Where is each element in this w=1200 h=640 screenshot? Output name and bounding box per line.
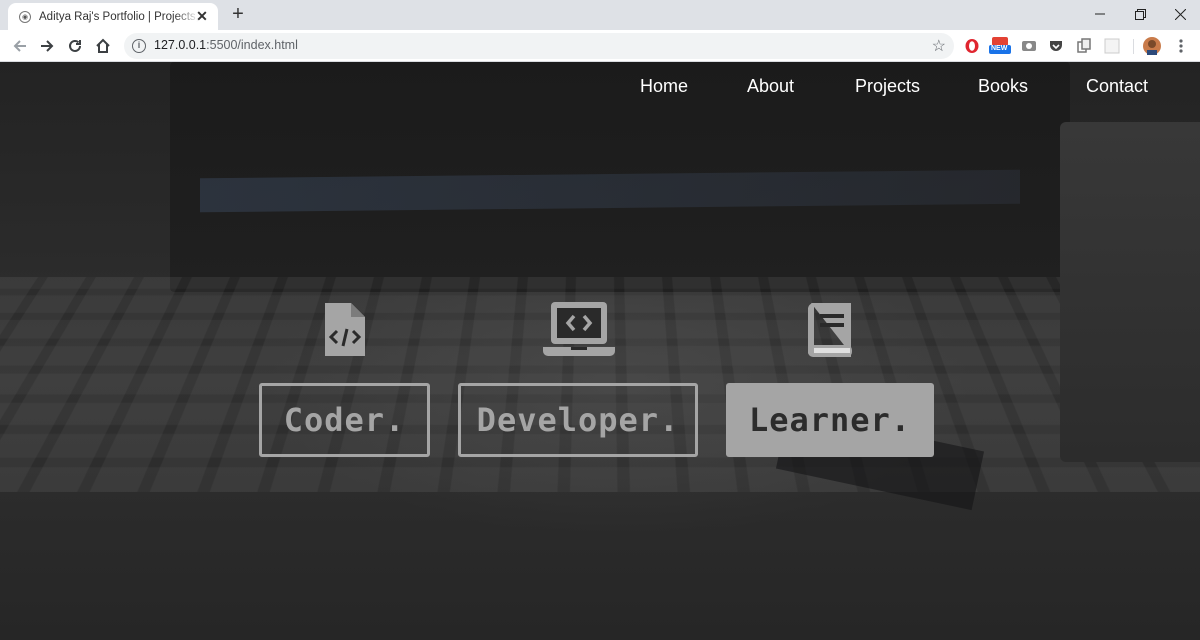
restore-icon[interactable]: [1120, 0, 1160, 28]
developer-button[interactable]: Developer.: [458, 383, 698, 457]
copy-icon[interactable]: [1075, 37, 1093, 55]
coder-button[interactable]: Coder.: [259, 383, 430, 457]
minimize-icon[interactable]: [1080, 0, 1120, 28]
file-code-icon: [322, 300, 368, 358]
book-icon: [805, 300, 857, 358]
browser-tabbar: ◉ Aditya Raj's Portfolio | Projects, B ✕…: [0, 0, 1200, 30]
home-icon[interactable]: [91, 34, 115, 58]
toolbar-divider: [1133, 39, 1134, 54]
laptop-code-icon: [543, 300, 615, 358]
vpn-icon[interactable]: [1020, 37, 1038, 55]
info-icon[interactable]: i: [132, 39, 146, 53]
browser-tab[interactable]: ◉ Aditya Raj's Portfolio | Projects, B ✕: [8, 3, 218, 30]
url-host: 127.0.0.1: [154, 38, 207, 52]
new-tab-icon[interactable]: +: [228, 4, 248, 24]
forward-arrow-icon[interactable]: [35, 34, 59, 58]
tab-title: Aditya Raj's Portfolio | Projects, B: [39, 10, 199, 23]
portfolio-page: Home About Projects Books Contact Coder.…: [0, 62, 1200, 640]
learner-button[interactable]: Learner.: [726, 383, 934, 457]
url-path: :5500/index.html: [206, 38, 298, 52]
nav-projects[interactable]: Projects: [855, 76, 920, 97]
blank-extension-icon[interactable]: [1103, 37, 1121, 55]
nav-about[interactable]: About: [747, 76, 794, 97]
nav-home[interactable]: Home: [640, 76, 688, 97]
pocket-icon[interactable]: [1047, 37, 1065, 55]
close-tab-icon[interactable]: ✕: [194, 8, 210, 24]
opera-icon[interactable]: [963, 37, 981, 55]
browser-toolbar: i 127.0.0.1:5500/index.html ☆ NEW: [0, 30, 1200, 62]
back-arrow-icon[interactable]: [8, 34, 32, 58]
nav-books[interactable]: Books: [978, 76, 1028, 97]
reload-icon[interactable]: [63, 34, 87, 58]
address-bar[interactable]: i 127.0.0.1:5500/index.html ☆: [124, 33, 954, 59]
globe-icon: ◉: [19, 10, 31, 23]
mail-new-icon[interactable]: NEW: [989, 37, 1011, 55]
close-window-icon[interactable]: [1160, 0, 1200, 28]
profile-avatar-icon[interactable]: [1143, 37, 1161, 55]
url-text[interactable]: 127.0.0.1:5500/index.html: [154, 38, 298, 52]
bookmark-star-icon[interactable]: ☆: [932, 36, 946, 56]
background-device: [1060, 122, 1200, 462]
new-badge: NEW: [991, 45, 1008, 52]
nav-contact[interactable]: Contact: [1086, 76, 1148, 97]
kebab-menu-icon[interactable]: [1172, 37, 1190, 55]
